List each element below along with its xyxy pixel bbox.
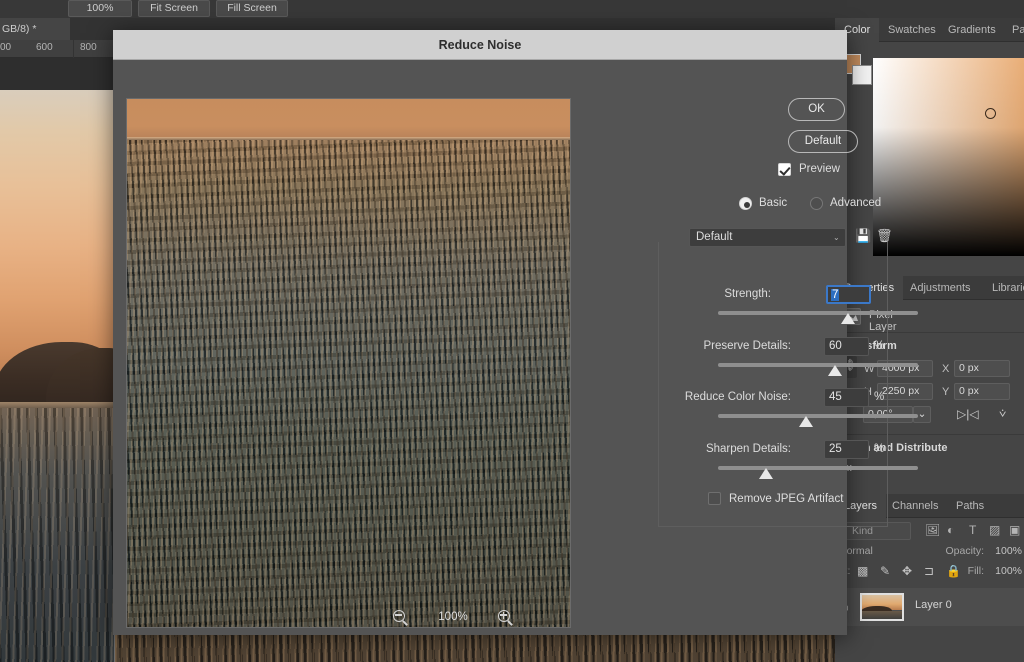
fill-value[interactable]: 100% — [995, 565, 1022, 577]
color-panel-tabs: Color Swatches Gradients Patt — [835, 18, 1024, 42]
layer-thumbnail — [860, 593, 904, 621]
advanced-radio[interactable] — [810, 197, 823, 210]
lock-artboard-nesting-icon[interactable]: ⊐ — [924, 564, 934, 578]
ruler-tick: 00 — [0, 42, 11, 53]
preserve-details-slider-track[interactable] — [718, 363, 918, 367]
opacity-value[interactable]: 100% — [995, 545, 1022, 557]
blend-mode-dropdown[interactable]: Normal — [837, 543, 947, 561]
reduce-noise-dialog: Reduce Noise 100% — [113, 30, 847, 635]
y-field[interactable]: 0 px — [954, 383, 1010, 400]
dialog-controls: OK Default Preview Basic Advanced Settin… — [571, 60, 847, 635]
sharpen-details-unit: % — [874, 443, 884, 455]
zoom-out-icon[interactable] — [392, 609, 410, 627]
dialog-body: 100% OK Default Preview Basic Advanced S… — [113, 60, 847, 635]
tab-swatches[interactable]: Swatches — [879, 18, 945, 42]
fill-label: Fill: — [968, 565, 984, 577]
filter-shape-icon[interactable]: ▨ — [989, 523, 1000, 537]
preview-water — [127, 140, 570, 628]
fit-screen-button[interactable]: Fit Screen — [138, 0, 210, 17]
preview-sky — [127, 99, 570, 138]
basic-radio-label: Basic — [759, 197, 787, 209]
strength-label: Strength: — [611, 288, 771, 300]
sharpen-details-input[interactable]: 25 — [824, 440, 869, 459]
default-button[interactable]: Default — [788, 130, 858, 153]
sharpen-details-slider-track[interactable] — [718, 466, 918, 470]
canvas-background — [0, 58, 120, 90]
tab-channels[interactable]: Channels — [883, 494, 947, 518]
ruler-tick: 600 — [36, 42, 53, 53]
strength-slider-track[interactable] — [718, 311, 918, 315]
filter-image-icon[interactable]: 🖼 — [925, 523, 940, 537]
preserve-details-label: Preserve Details: — [601, 340, 791, 352]
tab-gradients[interactable]: Gradients — [939, 18, 1005, 42]
chevron-down-icon: ⌄ — [833, 233, 841, 242]
filter-adjustment-icon[interactable]: ◐ — [947, 523, 954, 537]
flip-horizontal-icon[interactable]: ▷|◁ — [957, 407, 979, 421]
ok-button[interactable]: OK — [788, 98, 845, 121]
fill-screen-button[interactable]: Fill Screen — [216, 0, 288, 17]
artwork-water — [0, 408, 114, 662]
preview-checkbox-label: Preview — [799, 163, 840, 175]
layer-row[interactable]: ◉ Layer 0 — [835, 588, 1024, 626]
preserve-details-input[interactable]: 60 — [824, 337, 869, 356]
dialog-title-bar[interactable]: Reduce Noise — [113, 30, 847, 60]
canvas-artwork — [0, 90, 115, 662]
document-tab[interactable]: GB/8) * — [0, 18, 70, 40]
preview-zoom-value: 100% — [418, 611, 488, 623]
flip-vertical-icon[interactable]: ⩒ — [999, 406, 1006, 421]
preview-checkbox[interactable] — [778, 163, 791, 176]
reduce-color-noise-slider-track[interactable] — [718, 414, 918, 418]
background-color-swatch[interactable] — [852, 65, 872, 85]
tab-adjustments[interactable]: Adjustments — [901, 276, 980, 300]
reduce-color-noise-unit: % — [874, 391, 884, 403]
color-field[interactable] — [873, 58, 1024, 256]
lock-all-icon[interactable]: 🔒 — [946, 564, 961, 578]
ruler-tick: 800 — [80, 42, 97, 53]
sharpen-details-label: Sharpen Details: — [606, 443, 791, 455]
lock-row: ck: ▩ ✎ ✥ ⊐ 🔒 Fill: 100% — [835, 562, 1024, 582]
strength-input[interactable]: 7 — [826, 285, 871, 304]
opacity-label: Opacity: — [945, 545, 984, 557]
filter-smart-object-icon[interactable]: ▣ — [1009, 523, 1020, 537]
color-picker-cursor-icon[interactable] — [985, 108, 996, 119]
zoom-100-button[interactable]: 100% — [68, 0, 132, 17]
blend-mode-row: Normal Opacity: 100% — [835, 542, 1024, 562]
filter-preview-image[interactable] — [126, 98, 571, 628]
strength-value: 7 — [831, 289, 839, 301]
remove-jpeg-artifact-label: Remove JPEG Artifact — [729, 493, 843, 505]
layer-name: Layer 0 — [915, 599, 952, 611]
preserve-details-unit: % — [874, 340, 884, 352]
x-label: X — [942, 363, 949, 375]
tab-paths[interactable]: Paths — [947, 494, 993, 518]
photoshop-window: 100% Fit Screen Fill Screen GB/8) * 00 6… — [0, 0, 1024, 662]
advanced-radio-label: Advanced — [830, 197, 881, 209]
reduce-color-noise-input[interactable]: 45 — [824, 388, 869, 407]
dialog-title: Reduce Noise — [113, 30, 847, 60]
y-label: Y — [942, 386, 949, 398]
basic-radio[interactable] — [739, 197, 752, 210]
x-field[interactable]: 0 px — [954, 360, 1010, 377]
preview-zoom-bar: 100% — [113, 605, 571, 635]
filter-text-icon[interactable]: T — [969, 523, 976, 537]
lock-image-pixels-icon[interactable]: ✎ — [880, 564, 890, 578]
reduce-color-noise-label: Reduce Color Noise: — [586, 391, 791, 403]
zoom-in-icon[interactable] — [497, 609, 515, 627]
options-bar: 100% Fit Screen Fill Screen — [0, 0, 1024, 18]
remove-jpeg-artifact-checkbox[interactable] — [708, 492, 721, 505]
lock-position-icon[interactable]: ✥ — [902, 564, 912, 578]
tab-patterns[interactable]: Patt — [1003, 18, 1024, 42]
lock-transparent-pixels-icon[interactable]: ▩ — [857, 564, 868, 578]
tab-libraries[interactable]: Libraries — [983, 276, 1024, 300]
